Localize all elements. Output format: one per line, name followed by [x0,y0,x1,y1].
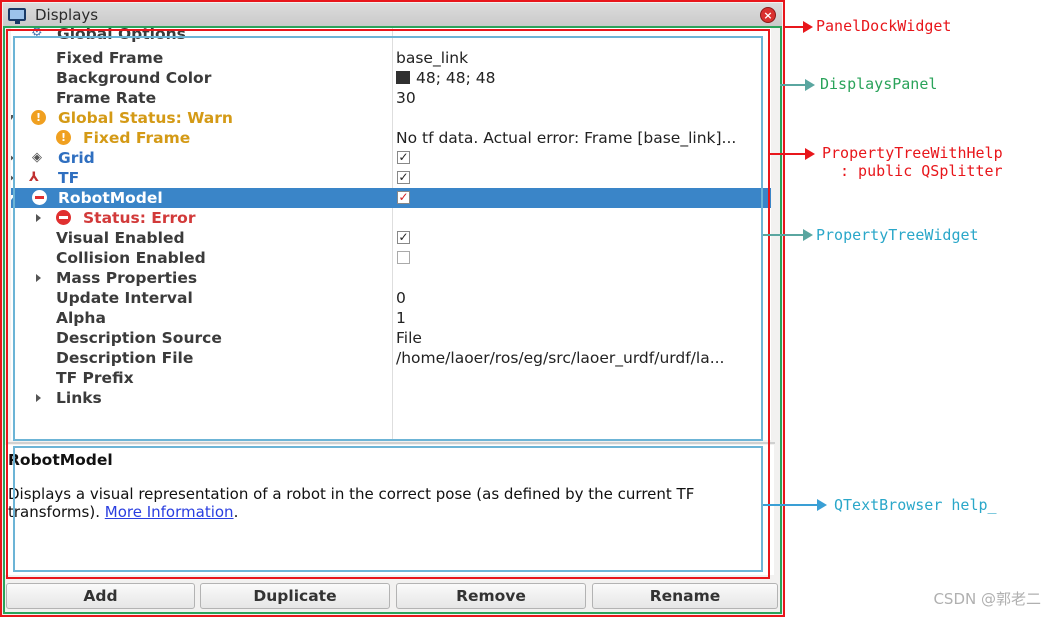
window-title: Displays [35,6,99,24]
row-label: Description File [56,349,194,367]
label-panel-dock: PanelDockWidget [816,17,952,35]
panel-dock-widget: Displays × ⚙ Global Options Fixed Frame … [0,0,785,617]
tree-row-mass-properties[interactable]: Mass Properties [11,268,771,288]
help-text-browser: RobotModel Displays a visual representat… [5,445,774,575]
help-body: Displays a visual representation of a ro… [8,485,768,521]
expand-arrow-icon[interactable] [11,174,14,182]
tree-row-robotmodel[interactable]: RobotModel ✓ [11,188,771,208]
row-label: Frame Rate [56,89,157,107]
expand-arrow-icon[interactable] [11,115,15,120]
row-label: Global Status: Warn [58,109,233,127]
watermark: CSDN @郭老二 [933,590,1041,608]
label-text-browser: QTextBrowser help_ [834,496,997,514]
remove-button[interactable]: Remove [396,583,586,609]
row-value: No tf data. Actual error: Frame [base_li… [396,129,737,147]
tree-row-global-status[interactable]: ! Global Status: Warn [11,108,771,128]
color-swatch [396,71,410,84]
arrow-displays-panel [780,79,815,91]
tree-row-alpha[interactable]: Alpha 1 [11,308,771,328]
rename-button[interactable]: Rename [592,583,778,609]
row-value[interactable]: 1 [396,309,406,327]
row-label: Alpha [56,309,106,327]
row-label: RobotModel [58,189,163,207]
tf-checkbox[interactable]: ✓ [397,171,410,184]
tree-row-tf[interactable]: ⅄ TF ✓ [11,168,771,188]
tree-row-global-options[interactable]: ⚙ Global Options [11,28,771,48]
warning-icon: ! [31,110,46,125]
tree-row-fixed-frame[interactable]: Fixed Frame base_link [11,48,771,68]
arrow-panel-dock [785,21,813,33]
label-tree-with-help: PropertyTreeWithHelp [822,144,1003,162]
label-displays-panel: DisplaysPanel [820,75,938,93]
row-value[interactable]: base_link [396,49,468,67]
row-label: Visual Enabled [56,229,185,247]
button-bar: Add Duplicate Remove Rename [3,583,783,611]
help-period: . [233,503,239,521]
row-label: Fixed Frame [83,129,191,147]
row-label: TF Prefix [56,369,134,387]
close-icon[interactable]: × [760,7,776,23]
expand-arrow-icon[interactable] [36,394,41,402]
row-value[interactable]: File [396,329,422,347]
error-icon [56,210,71,225]
duplicate-button[interactable]: Duplicate [200,583,390,609]
tree-row-background-color[interactable]: Background Color 48; 48; 48 [11,68,771,88]
tree-row-tf-prefix[interactable]: TF Prefix [11,368,771,388]
row-label: Grid [58,149,95,167]
more-information-link[interactable]: More Information [105,503,234,521]
row-value[interactable]: 30 [396,89,416,107]
splitter-handle[interactable] [8,442,775,444]
row-label: Update Interval [56,289,193,307]
tree-row-links[interactable]: Links [11,388,771,408]
arrow-tree-widget [763,229,813,241]
row-label: Mass Properties [56,269,198,287]
tf-axes-icon: ⅄ [29,170,39,185]
row-label: Background Color [56,69,212,87]
label-tree-widget: PropertyTreeWidget [816,226,979,244]
monitor-icon [8,8,26,24]
visual-enabled-checkbox[interactable]: ✓ [397,231,410,244]
expand-arrow-icon[interactable] [11,195,15,200]
gear-icon: ⚙ [31,28,43,40]
grid-checkbox[interactable]: ✓ [397,151,410,164]
row-label: Collision Enabled [56,249,206,267]
tree-row-collision-enabled[interactable]: Collision Enabled [11,248,771,268]
tree-row-description-file[interactable]: Description File /home/laoer/ros/eg/src/… [11,348,771,368]
tree-row-visual-enabled[interactable]: Visual Enabled ✓ [11,228,771,248]
row-label: Description Source [56,329,222,347]
row-label: Status: Error [83,209,196,227]
arrow-text-browser [763,499,827,511]
property-tree-widget[interactable]: ⚙ Global Options Fixed Frame base_link B… [11,28,771,440]
tree-row-grid[interactable]: ◈ Grid ✓ [11,148,771,168]
expand-arrow-icon[interactable] [36,274,41,282]
row-label: Fixed Frame [56,49,164,67]
robot-error-icon [32,190,47,205]
row-value[interactable]: 48; 48; 48 [396,69,495,87]
help-title: RobotModel [8,451,113,469]
row-value[interactable]: /home/laoer/ros/eg/src/laoer_urdf/urdf/l… [396,349,724,367]
tree-row-description-source[interactable]: Description Source File [11,328,771,348]
label-qsplitter: : public QSplitter [840,162,1003,180]
expand-arrow-icon[interactable] [11,154,14,162]
arrow-tree-with-help [770,148,815,160]
expand-arrow-icon[interactable] [36,214,41,222]
tree-row-frame-rate[interactable]: Frame Rate 30 [11,88,771,108]
add-button[interactable]: Add [6,583,195,609]
warning-icon: ! [56,130,71,145]
grid-icon: ◈ [32,150,42,165]
tree-row-status-error[interactable]: Status: Error [11,208,771,228]
row-label: TF [58,169,80,187]
collision-enabled-checkbox[interactable] [397,251,410,264]
tree-row-status-fixed-frame[interactable]: ! Fixed Frame No tf data. Actual error: … [11,128,771,148]
row-value[interactable]: 0 [396,289,406,307]
row-label: Global Options [57,28,186,43]
color-value: 48; 48; 48 [416,69,496,87]
title-bar: Displays × [3,3,782,28]
tree-row-update-interval[interactable]: Update Interval 0 [11,288,771,308]
row-label: Links [56,389,102,407]
robotmodel-checkbox[interactable]: ✓ [397,191,410,204]
